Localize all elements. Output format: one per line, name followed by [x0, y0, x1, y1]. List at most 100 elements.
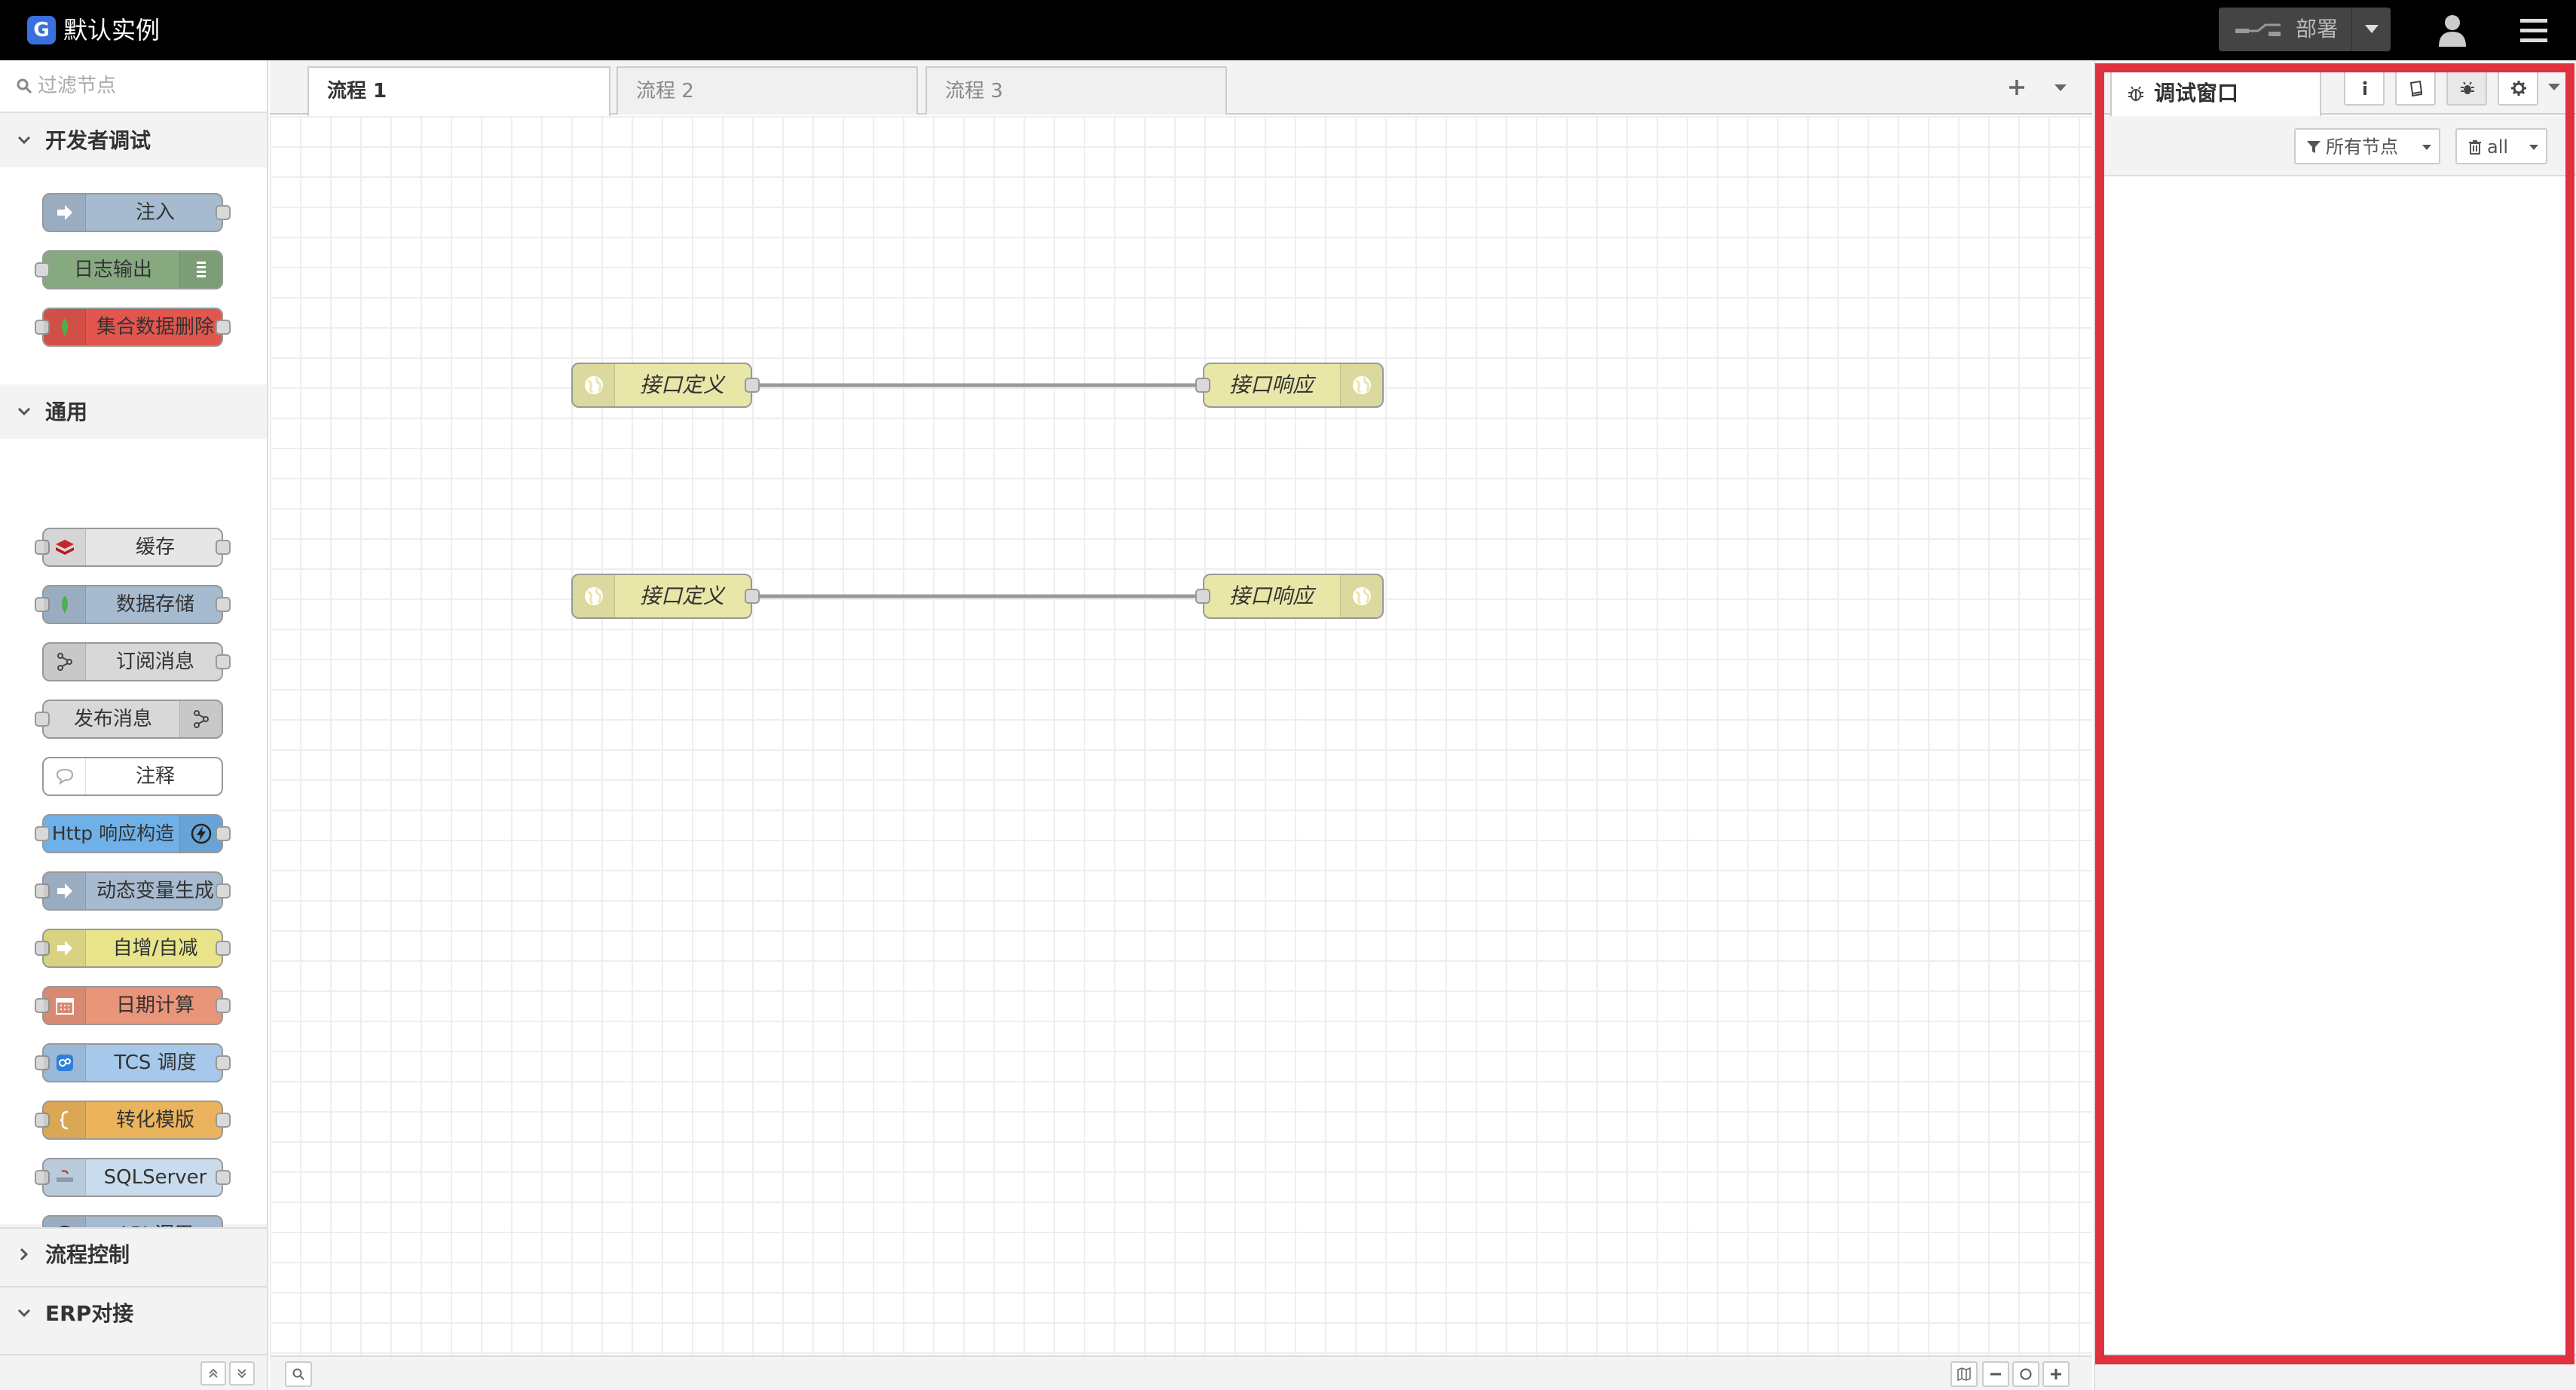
flow-canvas[interactable]: 接口定义 接口响应 接口定义 接口响应 — [270, 116, 2092, 1355]
zoom-out-button[interactable] — [1982, 1361, 2009, 1387]
sidebar-tab-label: 调试窗口 — [2154, 81, 2239, 106]
output-port — [216, 320, 231, 335]
palette-category-dev-debug[interactable]: 开发者调试 — [0, 115, 267, 167]
palette-node-publish[interactable]: 发布消息 — [35, 700, 223, 739]
output-port — [216, 1113, 231, 1128]
palette-node-subscribe[interactable]: 订阅消息 — [42, 642, 231, 681]
palette-node-comment[interactable]: 注释 — [42, 757, 223, 796]
search-flows-button[interactable] — [285, 1361, 312, 1387]
globe-icon — [585, 587, 603, 605]
palette-node-sqlserver[interactable]: SQLServer — [35, 1158, 231, 1197]
output-port — [216, 654, 231, 669]
app-header: G 默认实例 部署 — [0, 0, 2576, 60]
palette-node-label: Http 响应构造 — [51, 822, 175, 844]
palette-category-general[interactable]: 通用 — [0, 386, 267, 439]
node-palette: 开发者调试 注入 日志输出 集合数据删除 通用 缓存 — [0, 60, 268, 1390]
globe-icon — [1353, 376, 1371, 394]
publish-icon — [194, 710, 209, 728]
globe-icon — [585, 376, 603, 394]
palette-node-dynamic-variable[interactable]: 动态变量生成 — [35, 871, 231, 911]
palette-node-label: 集合数据删除 — [96, 316, 214, 338]
zoom-in-button[interactable] — [2042, 1361, 2070, 1387]
leaf-icon — [62, 318, 68, 336]
expand-all-button[interactable] — [229, 1361, 255, 1385]
debug-tab-button[interactable] — [2446, 69, 2487, 106]
brace-icon — [60, 1110, 69, 1130]
double-chevron-down-icon — [237, 1369, 246, 1379]
tab-flow-2[interactable]: 流程 2 — [616, 66, 918, 115]
palette-node-increment[interactable]: 自增/自减 — [35, 929, 231, 968]
add-tab-icon[interactable] — [2003, 74, 2030, 101]
palette-node-label: 动态变量生成 — [96, 880, 214, 902]
debug-clear-dropdown[interactable]: all — [2455, 128, 2547, 164]
tab-flow-3[interactable]: 流程 3 — [925, 66, 1227, 115]
palette-category-general-nodes: 缓存 数据存储 订阅消息 发布消息 注释 Http 响应构造 动态变量生成 自增… — [0, 439, 267, 1254]
tab-label: 流程 1 — [327, 80, 387, 103]
lightning-icon — [191, 823, 212, 844]
chevron-down-icon — [17, 1309, 31, 1318]
palette-node-collection-delete[interactable]: 集合数据删除 — [35, 308, 231, 347]
flow-node-label: 接口定义 — [639, 372, 724, 397]
palette-category-erp[interactable]: ERP对接 — [0, 1286, 267, 1339]
debug-filter-dropdown[interactable]: 所有节点 — [2294, 128, 2440, 164]
zoom-reset-button[interactable] — [2012, 1361, 2039, 1387]
debug-message-list — [2095, 178, 2576, 1354]
caret-down-icon — [2364, 25, 2379, 33]
output-port[interactable] — [745, 589, 760, 604]
config-tab-button[interactable] — [2498, 69, 2538, 106]
palette-node-date-calc[interactable]: 日期计算 — [35, 986, 231, 1025]
info-tab-button[interactable] — [2344, 69, 2385, 106]
output-port — [216, 597, 231, 612]
category-label: 通用 — [45, 400, 88, 424]
redis-icon — [56, 540, 74, 555]
subscribe-icon — [57, 653, 72, 671]
flow-node-http-response[interactable]: 接口响应 — [1195, 363, 1384, 408]
deploy-menu-button[interactable] — [2351, 8, 2391, 51]
palette-node-data-storage[interactable]: 数据存储 — [35, 585, 231, 624]
category-label: 流程控制 — [45, 1242, 130, 1267]
palette-node-http-response-builder[interactable]: Http 响应构造 — [35, 814, 231, 853]
bug-icon — [2461, 81, 2474, 94]
sidebar-menu-caret-icon[interactable] — [2541, 74, 2567, 100]
flow-wires — [754, 383, 1204, 599]
output-port — [216, 1170, 231, 1185]
chevron-down-icon — [17, 136, 31, 145]
double-chevron-up-icon — [209, 1368, 218, 1378]
calendar-icon — [56, 998, 74, 1015]
filter-icon — [2307, 141, 2321, 153]
flow-workspace: 流程 1 流程 2 流程 3 接口定义 接口响应 接口定义 接口响应 — [270, 60, 2092, 1390]
output-port — [216, 205, 231, 220]
tab-label: 流程 3 — [945, 80, 1003, 103]
palette-node-tcs-dispatch[interactable]: TCS 调度 — [35, 1043, 231, 1082]
info-icon — [2363, 81, 2367, 95]
gear-icon — [2511, 81, 2526, 96]
navigator-button[interactable] — [1950, 1361, 1978, 1387]
palette-node-debug[interactable]: 日志输出 — [35, 250, 223, 289]
collapse-all-button[interactable] — [200, 1361, 226, 1385]
arrow-right-icon — [57, 941, 72, 956]
flow-node-http-in[interactable]: 接口定义 — [571, 363, 760, 408]
palette-node-template[interactable]: 转化模版 — [35, 1101, 231, 1140]
deploy-button[interactable]: 部署 — [2219, 8, 2391, 51]
user-icon[interactable] — [2437, 14, 2467, 47]
palette-node-cache[interactable]: 缓存 — [35, 528, 231, 567]
help-tab-button[interactable] — [2395, 69, 2436, 106]
flow-node-http-response[interactable]: 接口响应 — [1195, 574, 1384, 619]
minus-icon — [1990, 1373, 2001, 1376]
palette-node-inject[interactable]: 注入 — [42, 193, 231, 232]
tab-flow-1[interactable]: 流程 1 — [307, 66, 610, 116]
flow-node-http-in[interactable]: 接口定义 — [571, 574, 760, 619]
output-port[interactable] — [745, 378, 760, 393]
palette-node-label: 数据存储 — [115, 593, 194, 616]
palette-category-flow-control[interactable]: 流程控制 — [0, 1227, 267, 1280]
sidebar-tabs: 调试窗口 — [2095, 60, 2576, 116]
palette-node-label: 转化模版 — [115, 1109, 194, 1131]
workspace-footer — [270, 1355, 2092, 1390]
globe-icon — [1353, 587, 1371, 605]
palette-search-input[interactable] — [38, 69, 256, 103]
leaf-icon — [62, 595, 68, 614]
circle-icon — [2020, 1368, 2032, 1380]
tab-debug-window[interactable]: 调试窗口 — [2110, 69, 2321, 116]
tab-list-caret-icon[interactable] — [2047, 74, 2074, 101]
hamburger-menu-icon[interactable] — [2517, 15, 2550, 45]
